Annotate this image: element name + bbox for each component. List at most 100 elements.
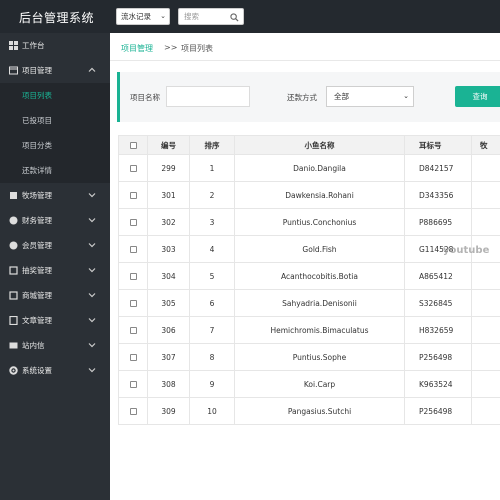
cell-ear-tag: D343356	[404, 182, 471, 208]
table-row: 307 8 Puntius.Sophe P256498	[118, 344, 500, 371]
repayment-method-select[interactable]: 全部 ⌄	[326, 86, 414, 107]
select-all-checkbox[interactable]	[129, 141, 137, 149]
column-header-fish-name: 小鱼名称	[234, 136, 404, 154]
project-name-label: 项目名称	[130, 93, 160, 102]
member-icon	[9, 241, 18, 250]
sidebar-subitem-repayment-details[interactable]: 还款详情	[0, 158, 110, 183]
cell-id: 306	[147, 317, 189, 343]
sidebar-item-projects[interactable]: 项目管理	[0, 58, 110, 83]
sidebar-item-finance[interactable]: 财务管理	[0, 208, 110, 233]
row-checkbox[interactable]	[129, 191, 137, 199]
sidebar-subitem-label: 项目分类	[22, 141, 52, 150]
search-input[interactable]: 搜索	[178, 8, 244, 25]
table-header: 编号 排序 小鱼名称 耳标号 牧	[118, 135, 500, 155]
sidebar-item-messages[interactable]: 站内信	[0, 333, 110, 358]
cell-fish-name: Danio.Dangila	[234, 155, 404, 181]
sidebar-item-label: 财务管理	[22, 216, 52, 225]
cell-ranch	[471, 182, 500, 208]
chevron-down-icon	[88, 366, 96, 374]
cell-fish-name: Acanthocobitis.Botia	[234, 263, 404, 289]
sidebar-subitem-invested-projects[interactable]: 已投项目	[0, 108, 110, 133]
cell-ranch	[471, 155, 500, 181]
row-checkbox-cell[interactable]	[118, 317, 147, 343]
sidebar-item-label: 站内信	[22, 341, 45, 350]
repayment-method-label: 还款方式	[287, 93, 317, 102]
cell-id: 299	[147, 155, 189, 181]
project-name-input[interactable]	[166, 86, 250, 107]
cell-sort: 10	[189, 398, 234, 424]
cell-fish-name: Gold.Fish	[234, 236, 404, 262]
cell-sort: 5	[189, 263, 234, 289]
row-checkbox[interactable]	[129, 272, 137, 280]
row-checkbox[interactable]	[129, 164, 137, 172]
sidebar-subitem-project-list[interactable]: 项目列表	[0, 83, 110, 108]
cell-ranch	[471, 344, 500, 370]
record-type-select[interactable]: 流水记录 ⌄	[116, 8, 170, 25]
query-button[interactable]: 查询	[455, 86, 500, 107]
cell-id: 301	[147, 182, 189, 208]
row-checkbox-cell[interactable]	[118, 155, 147, 181]
sidebar-item-members[interactable]: 会员管理	[0, 233, 110, 258]
column-header-ear-tag: 耳标号	[404, 136, 471, 154]
row-checkbox[interactable]	[129, 353, 137, 361]
breadcrumb: 项目管理 >> 项目列表	[110, 33, 500, 61]
chevron-down-icon	[88, 341, 96, 349]
row-checkbox-cell[interactable]	[118, 398, 147, 424]
row-checkbox-cell[interactable]	[118, 236, 147, 262]
row-checkbox[interactable]	[129, 218, 137, 226]
row-checkbox[interactable]	[129, 326, 137, 334]
row-checkbox-cell[interactable]	[118, 209, 147, 235]
cell-fish-name: Puntius.Conchonius	[234, 209, 404, 235]
select-all-checkbox-cell[interactable]	[118, 136, 147, 154]
sidebar-item-mall[interactable]: 商城管理	[0, 283, 110, 308]
cell-ear-tag: A865412	[404, 263, 471, 289]
repayment-method-value: 全部	[334, 92, 349, 101]
table-row: 305 6 Sahyadria.Denisonii S326845	[118, 290, 500, 317]
sidebar-item-ranch[interactable]: 牧场管理	[0, 183, 110, 208]
cell-id: 308	[147, 371, 189, 397]
row-checkbox-cell[interactable]	[118, 182, 147, 208]
sidebar-item-lottery[interactable]: 抽奖管理	[0, 258, 110, 283]
sidebar-subitem-project-categories[interactable]: 项目分类	[0, 133, 110, 158]
app-title: 后台管理系统	[19, 11, 95, 25]
row-checkbox-cell[interactable]	[118, 371, 147, 397]
sidebar-subitem-label: 项目列表	[22, 91, 52, 100]
cell-ranch	[471, 209, 500, 235]
row-checkbox[interactable]	[129, 407, 137, 415]
chevron-up-icon	[88, 66, 96, 74]
row-checkbox[interactable]	[129, 245, 137, 253]
search-icon[interactable]	[230, 12, 239, 27]
row-checkbox[interactable]	[129, 380, 137, 388]
sidebar-item-settings[interactable]: 系统设置	[0, 358, 110, 383]
cell-sort: 6	[189, 290, 234, 316]
row-checkbox-cell[interactable]	[118, 290, 147, 316]
row-checkbox[interactable]	[129, 299, 137, 307]
chevron-down-icon	[88, 191, 96, 199]
sidebar-item-label: 牧场管理	[22, 191, 52, 200]
cell-sort: 4	[189, 236, 234, 262]
sidebar-item-articles[interactable]: 文章管理	[0, 308, 110, 333]
table-row: 301 2 Dawkensia.Rohani D343356	[118, 182, 500, 209]
sidebar-item-label: 工作台	[22, 41, 45, 50]
gear-icon	[9, 366, 18, 375]
breadcrumb-parent-link[interactable]: 项目管理	[121, 43, 153, 54]
lottery-icon	[9, 266, 18, 275]
sidebar-item-dashboard[interactable]: 工作台	[0, 33, 110, 58]
table-row: 302 3 Puntius.Conchonius P886695	[118, 209, 500, 236]
cell-ranch	[471, 317, 500, 343]
cell-id: 307	[147, 344, 189, 370]
cell-fish-name: Dawkensia.Rohani	[234, 182, 404, 208]
cell-sort: 8	[189, 344, 234, 370]
row-checkbox-cell[interactable]	[118, 344, 147, 370]
row-checkbox-cell[interactable]	[118, 263, 147, 289]
chevron-down-icon	[88, 291, 96, 299]
cell-sort: 2	[189, 182, 234, 208]
column-header-id: 编号	[147, 136, 189, 154]
chevron-down-icon: ⌄	[160, 12, 166, 20]
cell-ear-tag: K963524	[404, 371, 471, 397]
breadcrumb-separator: >>	[164, 43, 178, 52]
filter-panel: 项目名称 还款方式 全部 ⌄ 查询	[117, 72, 500, 122]
sidebar-subitem-label: 已投项目	[22, 116, 52, 125]
cell-sort: 3	[189, 209, 234, 235]
column-header-ranch: 牧	[471, 136, 500, 154]
